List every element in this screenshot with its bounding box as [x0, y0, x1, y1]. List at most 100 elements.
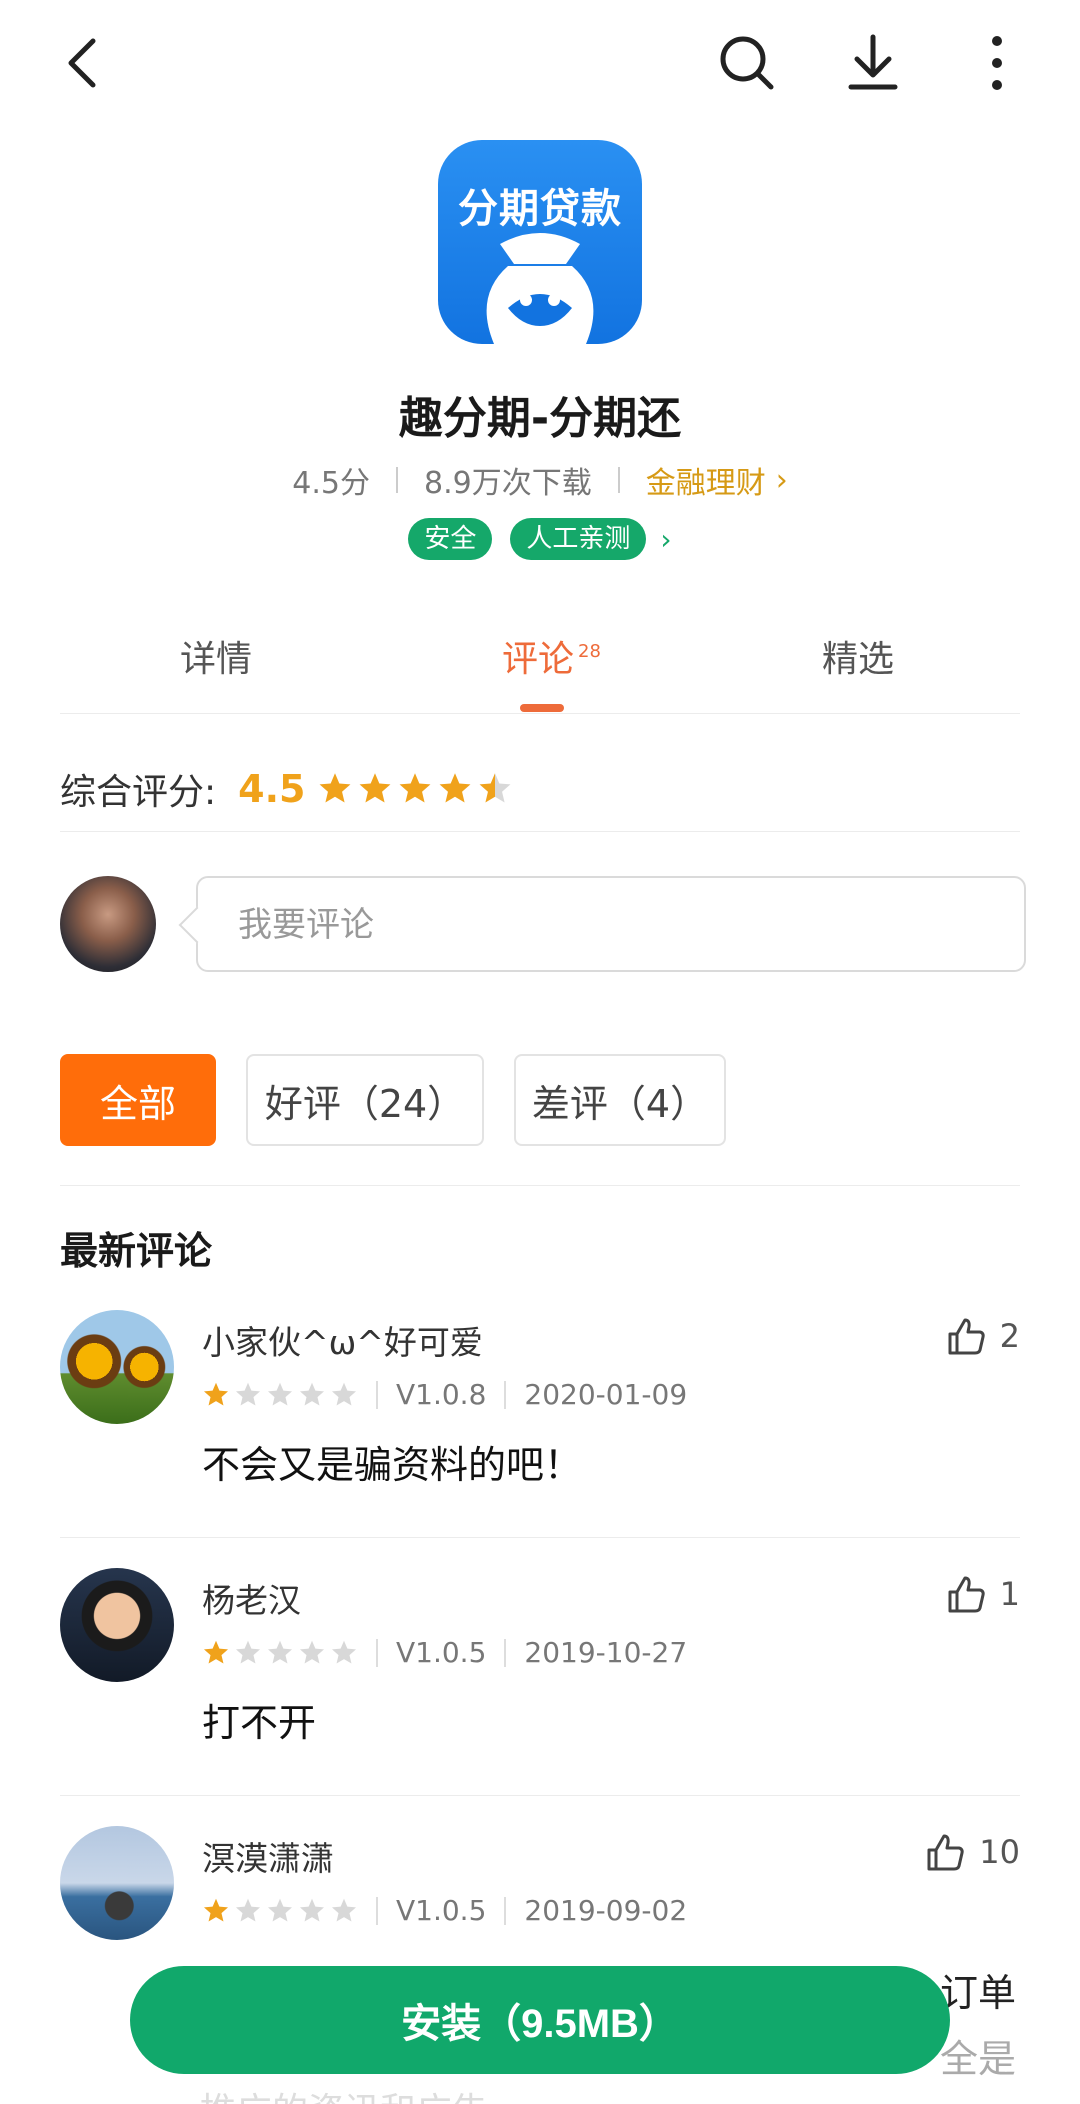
tag-safe: 安全 — [408, 518, 493, 560]
thumbs-up-icon — [948, 1576, 985, 1613]
star-icon — [360, 772, 391, 802]
review-star-rating — [202, 1381, 358, 1409]
star-icon — [440, 772, 471, 802]
like-button[interactable]: 10 — [925, 1832, 1020, 1872]
tab-comments-count: 28 — [578, 641, 601, 662]
meta-divider — [376, 1380, 378, 1409]
star-icon — [299, 1382, 325, 1405]
app-category-link[interactable]: 金融理财 — [646, 458, 766, 502]
like-count: 2 — [999, 1317, 1020, 1355]
reviewer-name[interactable]: 杨老汉 — [202, 1574, 301, 1622]
app-name: 趣分期-分期还 — [398, 393, 682, 444]
reviewer-avatar[interactable] — [60, 1826, 174, 1940]
comment-input[interactable] — [238, 900, 998, 950]
star-icon — [267, 1640, 293, 1663]
star-icon — [267, 1382, 293, 1405]
star-icon — [203, 1640, 229, 1663]
review-meta: V1.0.5 2019-09-02 — [202, 1894, 687, 1927]
tab-featured[interactable]: 精选 — [822, 630, 894, 682]
meta-divider — [376, 1638, 378, 1667]
like-button[interactable]: 1 — [946, 1574, 1020, 1614]
star-icon — [331, 1898, 357, 1921]
star-icon — [203, 1898, 229, 1921]
tab-bar: 详情 评论 28 精选 — [60, 600, 1020, 714]
filter-negative-button[interactable]: 差评（4） — [514, 1054, 726, 1146]
star-icon — [267, 1898, 293, 1921]
tab-details[interactable]: 详情 — [180, 630, 252, 682]
filter-positive-button[interactable]: 好评（24） — [246, 1054, 484, 1146]
review-text: 不会又是骗资料的吧！ — [202, 1443, 583, 1487]
like-count: 10 — [979, 1833, 1020, 1871]
reviewer-name[interactable]: 溟漠潇潇 — [202, 1832, 334, 1880]
review-meta: V1.0.5 2019-10-27 — [202, 1636, 687, 1669]
review-text-partial: 订单 — [940, 1971, 1017, 2015]
overall-rating-label: 综合评分: — [60, 771, 217, 813]
review-version: V1.0.5 — [396, 1894, 487, 1927]
money-bag-icon — [486, 233, 594, 344]
meta-divider — [376, 1896, 378, 1925]
review-item: 杨老汉 V1.0.5 2019-10-27 打不开 1 — [60, 1538, 1020, 1796]
review-date: 2019-10-27 — [524, 1636, 688, 1669]
my-avatar[interactable] — [60, 876, 156, 972]
star-icon — [331, 1382, 357, 1405]
star-icon — [235, 1640, 261, 1663]
thumbs-up-icon — [927, 1834, 964, 1871]
filter-all-button[interactable]: 全部 — [60, 1054, 216, 1146]
app-downloads: 8.9万次下载 — [424, 466, 592, 501]
meta-divider — [504, 1380, 507, 1409]
review-date: 2019-09-02 — [524, 1894, 688, 1927]
overall-rating: 综合评分: 4.5 — [60, 746, 1020, 832]
tab-comments-label: 评论 — [502, 639, 575, 680]
chevron-right-icon: › — [660, 522, 672, 556]
review-star-rating — [202, 1897, 358, 1925]
review-meta: V1.0.8 2020-01-09 — [202, 1378, 687, 1411]
review-text-partial: 全是 — [940, 2037, 1017, 2081]
meta-divider — [617, 467, 620, 493]
like-button[interactable]: 2 — [946, 1316, 1020, 1356]
review-text: 打不开 — [202, 1701, 317, 1745]
review-date: 2020-01-09 — [524, 1378, 688, 1411]
top-bar — [0, 0, 1080, 130]
app-icon: 分期贷款 — [438, 140, 642, 344]
download-icon[interactable] — [838, 28, 908, 98]
install-button[interactable]: 安装（9.5MB） — [130, 1966, 950, 2074]
thumbs-up-icon — [948, 1318, 985, 1355]
review-filters: 全部 好评（24） 差评（4） — [60, 1054, 1020, 1186]
comment-composer — [60, 872, 1026, 972]
star-icon — [400, 772, 431, 802]
star-icon — [299, 1898, 325, 1921]
reviewer-avatar[interactable] — [60, 1310, 174, 1424]
latest-reviews-title: 最新评论 — [60, 1229, 213, 1273]
app-meta: 4.5分 8.9万次下载 金融理财 › — [0, 458, 1080, 502]
active-tab-indicator — [520, 704, 564, 712]
star-icon — [235, 1382, 261, 1405]
chevron-right-icon: › — [775, 462, 788, 498]
comment-input-box[interactable] — [196, 876, 1026, 972]
like-count: 1 — [999, 1575, 1020, 1613]
review-version: V1.0.5 — [396, 1636, 487, 1669]
star-icon — [203, 1382, 229, 1405]
tab-comments[interactable]: 评论 28 — [502, 630, 601, 682]
search-icon[interactable] — [712, 28, 782, 98]
app-score: 4.5分 — [292, 466, 370, 501]
tag-human-tested: 人工亲测 — [510, 518, 647, 560]
more-options-icon[interactable] — [962, 28, 1032, 98]
meta-divider — [504, 1896, 507, 1925]
app-tags[interactable]: 安全 人工亲测 › — [0, 518, 1080, 560]
review-version: V1.0.8 — [396, 1378, 487, 1411]
reviewer-name[interactable]: 小家伙^ω^好可爱 — [202, 1316, 483, 1364]
back-icon[interactable] — [48, 28, 118, 98]
star-icon — [331, 1640, 357, 1663]
star-icon — [320, 772, 351, 802]
star-icon — [480, 772, 511, 802]
review-star-rating — [202, 1639, 358, 1667]
star-icon — [235, 1898, 261, 1921]
meta-divider — [504, 1638, 507, 1667]
meta-divider — [396, 467, 398, 493]
overall-star-rating — [317, 771, 513, 807]
star-icon — [299, 1640, 325, 1663]
reviewer-avatar[interactable] — [60, 1568, 174, 1682]
overall-rating-score: 4.5 — [238, 766, 306, 811]
review-text-partial: 推广的资讯和广告 — [200, 2082, 488, 2104]
review-item: 小家伙^ω^好可爱 V1.0.8 2020-01-09 不会又是骗资料的吧！ 2 — [60, 1280, 1020, 1538]
